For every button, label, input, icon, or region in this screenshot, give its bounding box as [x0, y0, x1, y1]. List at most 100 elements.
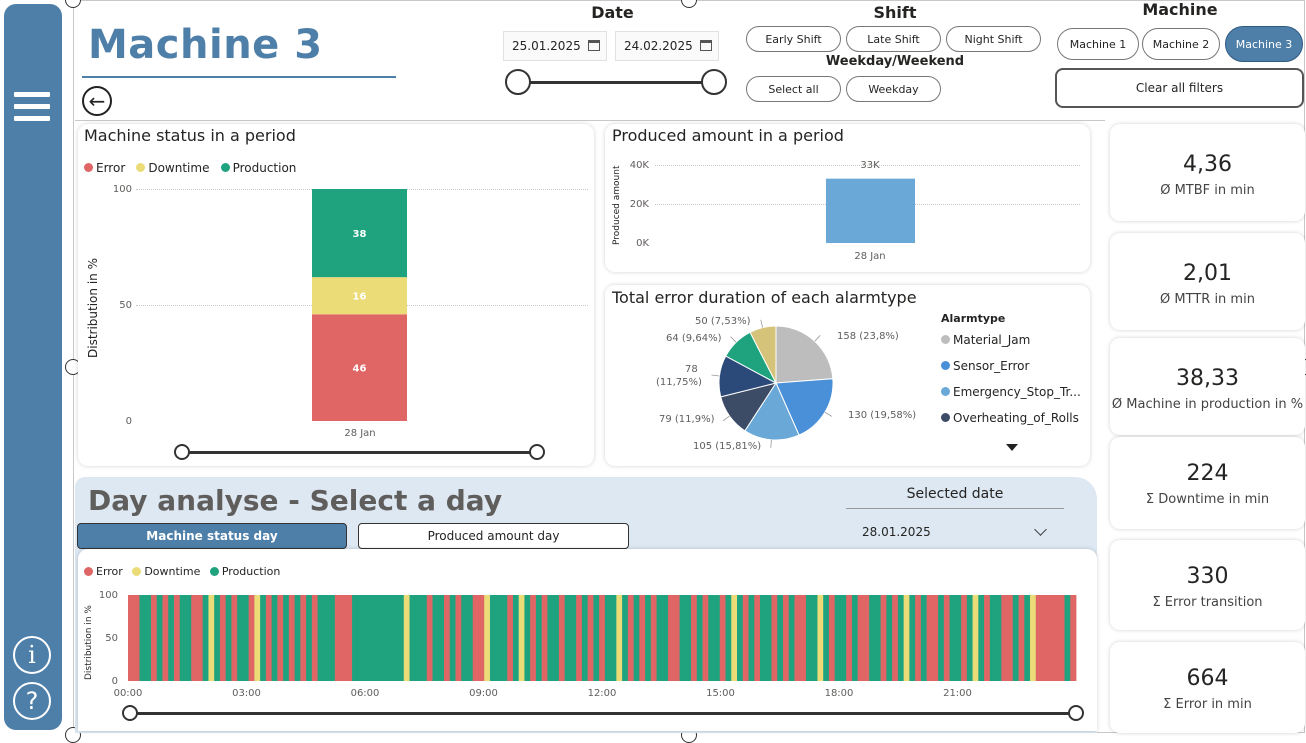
day-status-segment[interactable]: [1058, 595, 1065, 681]
day-status-segment[interactable]: [409, 595, 416, 681]
day-status-segment[interactable]: [627, 595, 634, 681]
day-status-segment[interactable]: [283, 595, 290, 681]
day-status-segment[interactable]: [156, 595, 163, 681]
day-status-segment[interactable]: [145, 595, 152, 681]
day-status-segment[interactable]: [599, 595, 606, 681]
day-status-segment[interactable]: [1001, 595, 1008, 681]
day-status-segment[interactable]: [949, 595, 956, 681]
day-status-segment[interactable]: [771, 595, 778, 681]
day-status-segment[interactable]: [1012, 595, 1019, 681]
day-slider-track[interactable]: [130, 712, 1076, 715]
day-status-segment[interactable]: [570, 595, 577, 681]
day-status-segment[interactable]: [231, 595, 238, 681]
day-status-segment[interactable]: [363, 595, 370, 681]
day-status-segment[interactable]: [472, 595, 479, 681]
day-status-segment[interactable]: [593, 595, 600, 681]
day-status-segment[interactable]: [346, 595, 353, 681]
day-status-segment[interactable]: [426, 595, 433, 681]
day-status-segment[interactable]: [398, 595, 405, 681]
day-status-segment[interactable]: [392, 595, 399, 681]
day-status-segment[interactable]: [702, 595, 709, 681]
day-status-segment[interactable]: [915, 595, 922, 681]
day-status-segment[interactable]: [191, 595, 198, 681]
day-status-segment[interactable]: [811, 595, 818, 681]
day-status-segment[interactable]: [478, 595, 485, 681]
day-status-segment[interactable]: [438, 595, 445, 681]
machine-3-button[interactable]: Machine 3: [1225, 26, 1303, 62]
day-status-segment[interactable]: [173, 595, 181, 681]
day-status-segment[interactable]: [748, 595, 755, 681]
day-status-segment[interactable]: [507, 595, 514, 681]
day-status-segment[interactable]: [271, 595, 278, 681]
day-status-segment[interactable]: [512, 595, 520, 681]
day-status-segment[interactable]: [794, 595, 801, 681]
day-status-segment[interactable]: [817, 595, 824, 681]
day-status-segment[interactable]: [202, 595, 209, 681]
day-status-segment[interactable]: [254, 595, 261, 681]
day-status-segment[interactable]: [484, 595, 491, 681]
day-status-segment[interactable]: [311, 595, 318, 681]
day-status-segment[interactable]: [386, 595, 393, 681]
day-status-segment[interactable]: [1018, 595, 1025, 681]
day-status-segment[interactable]: [782, 595, 790, 681]
day-status-segment[interactable]: [932, 595, 939, 681]
day-status-segment[interactable]: [357, 595, 364, 681]
day-status-segment[interactable]: [1047, 595, 1054, 681]
day-status-segment[interactable]: [133, 595, 140, 681]
day-status-segment[interactable]: [828, 595, 836, 681]
day-status-segment[interactable]: [162, 595, 169, 681]
day-status-segment[interactable]: [375, 595, 382, 681]
day-status-segment[interactable]: [1030, 595, 1037, 681]
day-status-segment[interactable]: [656, 595, 663, 681]
day-status-segment[interactable]: [995, 595, 1002, 681]
day-status-segment[interactable]: [886, 595, 893, 681]
day-status-segment[interactable]: [587, 595, 594, 681]
day-status-segment[interactable]: [530, 595, 537, 681]
day-status-segment[interactable]: [863, 595, 870, 681]
day-status-segment[interactable]: [225, 595, 232, 681]
day-status-segment[interactable]: [765, 595, 772, 681]
day-status-segment[interactable]: [696, 595, 703, 681]
day-status-segment[interactable]: [277, 595, 284, 681]
day-status-segment[interactable]: [961, 595, 968, 681]
day-status-segment[interactable]: [524, 595, 531, 681]
day-status-segment[interactable]: [329, 595, 336, 681]
day-status-segment[interactable]: [541, 595, 548, 681]
day-status-segment[interactable]: [300, 595, 307, 681]
day-status-segment[interactable]: [340, 595, 347, 681]
day-status-segment[interactable]: [731, 595, 738, 681]
day-status-segment[interactable]: [972, 595, 979, 681]
day-status-segment[interactable]: [260, 595, 267, 681]
day-status-segment[interactable]: [984, 595, 991, 681]
day-status-segment[interactable]: [978, 595, 985, 681]
day-status-segment[interactable]: [725, 595, 732, 681]
day-status-segment[interactable]: [874, 595, 882, 681]
day-status-segment[interactable]: [920, 595, 928, 681]
day-status-segment[interactable]: [1070, 595, 1077, 681]
day-status-segment[interactable]: [1024, 595, 1031, 681]
day-status-segment[interactable]: [966, 595, 973, 681]
day-status-segment[interactable]: [662, 595, 669, 681]
day-status-segment[interactable]: [668, 595, 675, 681]
day-status-segment[interactable]: [455, 595, 462, 681]
day-status-segment[interactable]: [242, 595, 250, 681]
day-status-segment[interactable]: [219, 595, 227, 681]
day-status-segment[interactable]: [737, 595, 744, 681]
day-status-segment[interactable]: [880, 595, 887, 681]
day-status-segment[interactable]: [1064, 595, 1071, 681]
day-status-segment[interactable]: [403, 595, 410, 681]
day-status-segment[interactable]: [294, 595, 301, 681]
day-status-segment[interactable]: [938, 595, 945, 681]
day-status-segment[interactable]: [754, 595, 761, 681]
day-status-segment[interactable]: [317, 595, 324, 681]
day-status-segment[interactable]: [685, 595, 692, 681]
day-status-segment[interactable]: [909, 595, 916, 681]
day-status-segment[interactable]: [691, 595, 698, 681]
day-status-segment[interactable]: [558, 595, 566, 681]
day-status-segment[interactable]: [421, 595, 428, 681]
day-status-segment[interactable]: [788, 595, 795, 681]
day-status-segment[interactable]: [616, 595, 623, 681]
day-status-segment[interactable]: [248, 595, 255, 681]
day-status-segment[interactable]: [495, 595, 502, 681]
day-status-segment[interactable]: [237, 595, 244, 681]
